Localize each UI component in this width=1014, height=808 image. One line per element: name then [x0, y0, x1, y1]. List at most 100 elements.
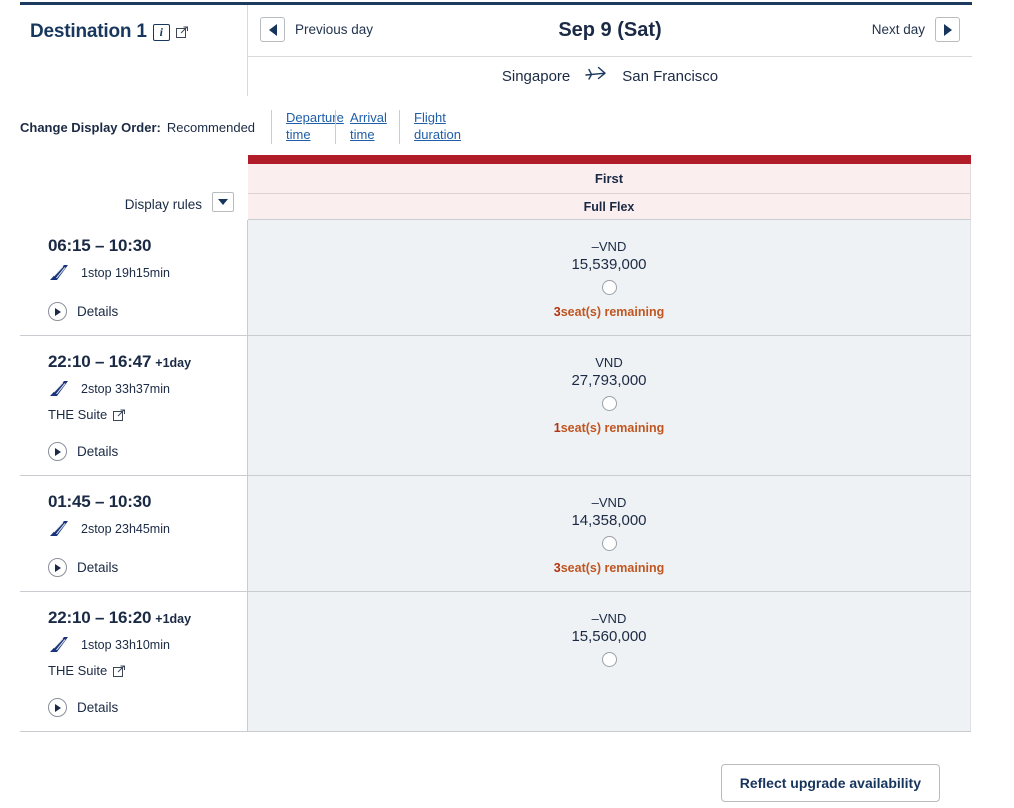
table-row: 22:10 – 16:20 +1day 1stop 33h10min THE Su…	[20, 592, 971, 732]
page-footer: Reflect upgrade availability	[20, 758, 972, 808]
current-date-label: Sep 9 (Sat)	[558, 19, 662, 41]
chevron-right-icon[interactable]	[935, 17, 960, 42]
fare-amount: 15,539,000	[571, 256, 647, 273]
seats-count: 3	[553, 305, 561, 319]
display-order-current: Recommended	[166, 119, 256, 135]
flight-times: 01:45 – 10:30	[48, 492, 247, 512]
ana-logo-icon	[48, 264, 72, 282]
fare-select-radio[interactable]	[601, 652, 617, 667]
fare-amount: 15,560,000	[571, 628, 647, 645]
flight-stops-row: 2stop 23h45min	[48, 520, 247, 538]
fare-cell[interactable]: –VND 15,539,000 3seat(s) remaining	[248, 220, 971, 335]
destination-title-group: Destination 1 i	[20, 21, 188, 43]
expand-arrow-icon[interactable]	[48, 558, 67, 577]
fare-currency: VND	[595, 355, 623, 370]
ana-logo-icon	[48, 636, 72, 654]
fare-currency: –VND	[591, 239, 627, 254]
details-label: Details	[77, 444, 119, 459]
expand-arrow-icon[interactable]	[48, 302, 67, 321]
display-order-label: Change Display Order:	[20, 119, 161, 135]
display-order-bar: Change Display Order: Recommended Depart…	[20, 104, 972, 150]
flight-next-day: +1day	[155, 356, 192, 370]
flight-time-range: 06:15 – 10:30	[48, 236, 152, 255]
display-order-options: Departure time Arrival time Flight durat…	[271, 109, 463, 145]
fare-select-radio[interactable]	[601, 536, 617, 551]
flight-stops-duration: 1stop 33h10min	[81, 638, 170, 652]
flight-time-range: 22:10 – 16:20	[48, 608, 152, 627]
expand-arrow-icon[interactable]	[48, 442, 67, 461]
ana-logo-icon	[48, 520, 72, 538]
external-link-icon[interactable]	[113, 409, 126, 421]
sort-arrival-time-link[interactable]: Arrival time	[335, 110, 399, 144]
fare-cell[interactable]: –VND 14,358,000 3seat(s) remaining	[248, 476, 971, 591]
seats-count: 3	[553, 561, 561, 575]
flight-details-toggle[interactable]: Details	[48, 698, 247, 717]
fare-cell[interactable]: VND 27,793,000 1seat(s) remaining	[248, 336, 971, 475]
flight-time-range: 01:45 – 10:30	[48, 492, 152, 511]
fare-select-radio[interactable]	[601, 280, 617, 295]
external-link-icon[interactable]	[113, 665, 126, 677]
table-row: 01:45 – 10:30 2stop 23h45min Details –VN…	[20, 476, 971, 592]
flight-stops-row: 1stop 19h15min	[48, 264, 247, 282]
flight-times: 22:10 – 16:20 +1day	[48, 608, 247, 628]
next-day-button[interactable]: Next day	[872, 17, 960, 42]
fare-cell[interactable]: –VND 15,560,000	[248, 592, 971, 731]
fare-currency: –VND	[591, 611, 627, 626]
flight-details-toggle[interactable]: Details	[48, 302, 247, 321]
flight-info-cell: 06:15 – 10:30 1stop 19h15min Details	[20, 220, 248, 335]
seats-remaining: 1seat(s) remaining	[554, 421, 664, 435]
seats-text: seat(s) remaining	[560, 305, 665, 319]
sort-departure-time-link[interactable]: Departure time	[271, 110, 344, 144]
sort-flight-duration-link[interactable]: Flight duration	[399, 110, 463, 144]
flight-time-range: 22:10 – 16:47	[48, 352, 152, 371]
suite-link[interactable]: THE Suite	[48, 663, 247, 678]
page-title: Destination 1	[30, 21, 147, 42]
details-label: Details	[77, 700, 119, 715]
fare-currency: –VND	[591, 495, 627, 510]
details-label: Details	[77, 304, 119, 319]
flight-details-toggle[interactable]: Details	[48, 558, 247, 577]
seats-count: 1	[553, 421, 561, 435]
fare-amount: 14,358,000	[571, 512, 647, 529]
suite-link[interactable]: THE Suite	[48, 407, 247, 422]
flight-results-table: First Full Flex Display rules 06:15 – 10…	[20, 155, 971, 732]
flight-selection-page: Destination 1 i Previous day Sep 9 (Sat)	[0, 0, 1014, 808]
destination-label: San Francisco	[622, 67, 719, 85]
flight-info-cell: 22:10 – 16:20 +1day 1stop 33h10min THE Su…	[20, 592, 248, 731]
origin-label: Singapore	[501, 67, 571, 85]
ana-logo-icon	[48, 380, 72, 398]
table-row: 22:10 – 16:47 +1day 2stop 33h37min THE Su…	[20, 336, 971, 476]
chevron-down-icon[interactable]	[212, 192, 234, 212]
info-icon[interactable]: i	[152, 23, 170, 41]
seats-remaining: 3seat(s) remaining	[554, 561, 664, 575]
flight-stops-row: 1stop 33h10min	[48, 636, 247, 654]
suite-label: THE Suite	[48, 407, 108, 422]
external-link-icon[interactable]	[175, 26, 188, 38]
flight-stops-duration: 1stop 19h15min	[81, 266, 170, 280]
flight-info-cell: 01:45 – 10:30 2stop 23h45min Details	[20, 476, 248, 591]
expand-arrow-icon[interactable]	[48, 698, 67, 717]
destination-header: Destination 1 i	[20, 5, 248, 96]
date-navigation-header: Previous day Sep 9 (Sat) Next day Singap…	[248, 5, 972, 96]
flight-times: 22:10 – 16:47 +1day	[48, 352, 247, 372]
flight-details-toggle[interactable]: Details	[48, 442, 247, 461]
seats-text: seat(s) remaining	[560, 421, 665, 435]
route-summary: Singapore San Francisco	[248, 57, 972, 95]
seats-text: seat(s) remaining	[560, 561, 665, 575]
seats-remaining: 3seat(s) remaining	[554, 305, 664, 319]
fare-select-radio[interactable]	[601, 396, 617, 411]
flight-times: 06:15 – 10:30	[48, 236, 247, 256]
suite-label: THE Suite	[48, 663, 108, 678]
next-day-label: Next day	[871, 22, 925, 37]
fare-type-header: Full Flex	[248, 194, 971, 220]
airplane-icon	[585, 66, 607, 86]
display-rules-label: Display rules	[124, 197, 202, 212]
cabin-class-header: First	[248, 164, 971, 194]
fare-column-accent-band	[248, 155, 971, 164]
table-row: 06:15 – 10:30 1stop 19h15min Details –VN…	[20, 220, 971, 336]
day-nav-bar: Previous day Sep 9 (Sat) Next day	[248, 5, 972, 57]
display-rules-control[interactable]: Display rules	[20, 164, 248, 220]
reflect-upgrade-availability-button[interactable]: Reflect upgrade availability	[720, 764, 940, 802]
flight-stops-duration: 2stop 23h45min	[81, 522, 170, 536]
flight-stops-row: 2stop 33h37min	[48, 380, 247, 398]
